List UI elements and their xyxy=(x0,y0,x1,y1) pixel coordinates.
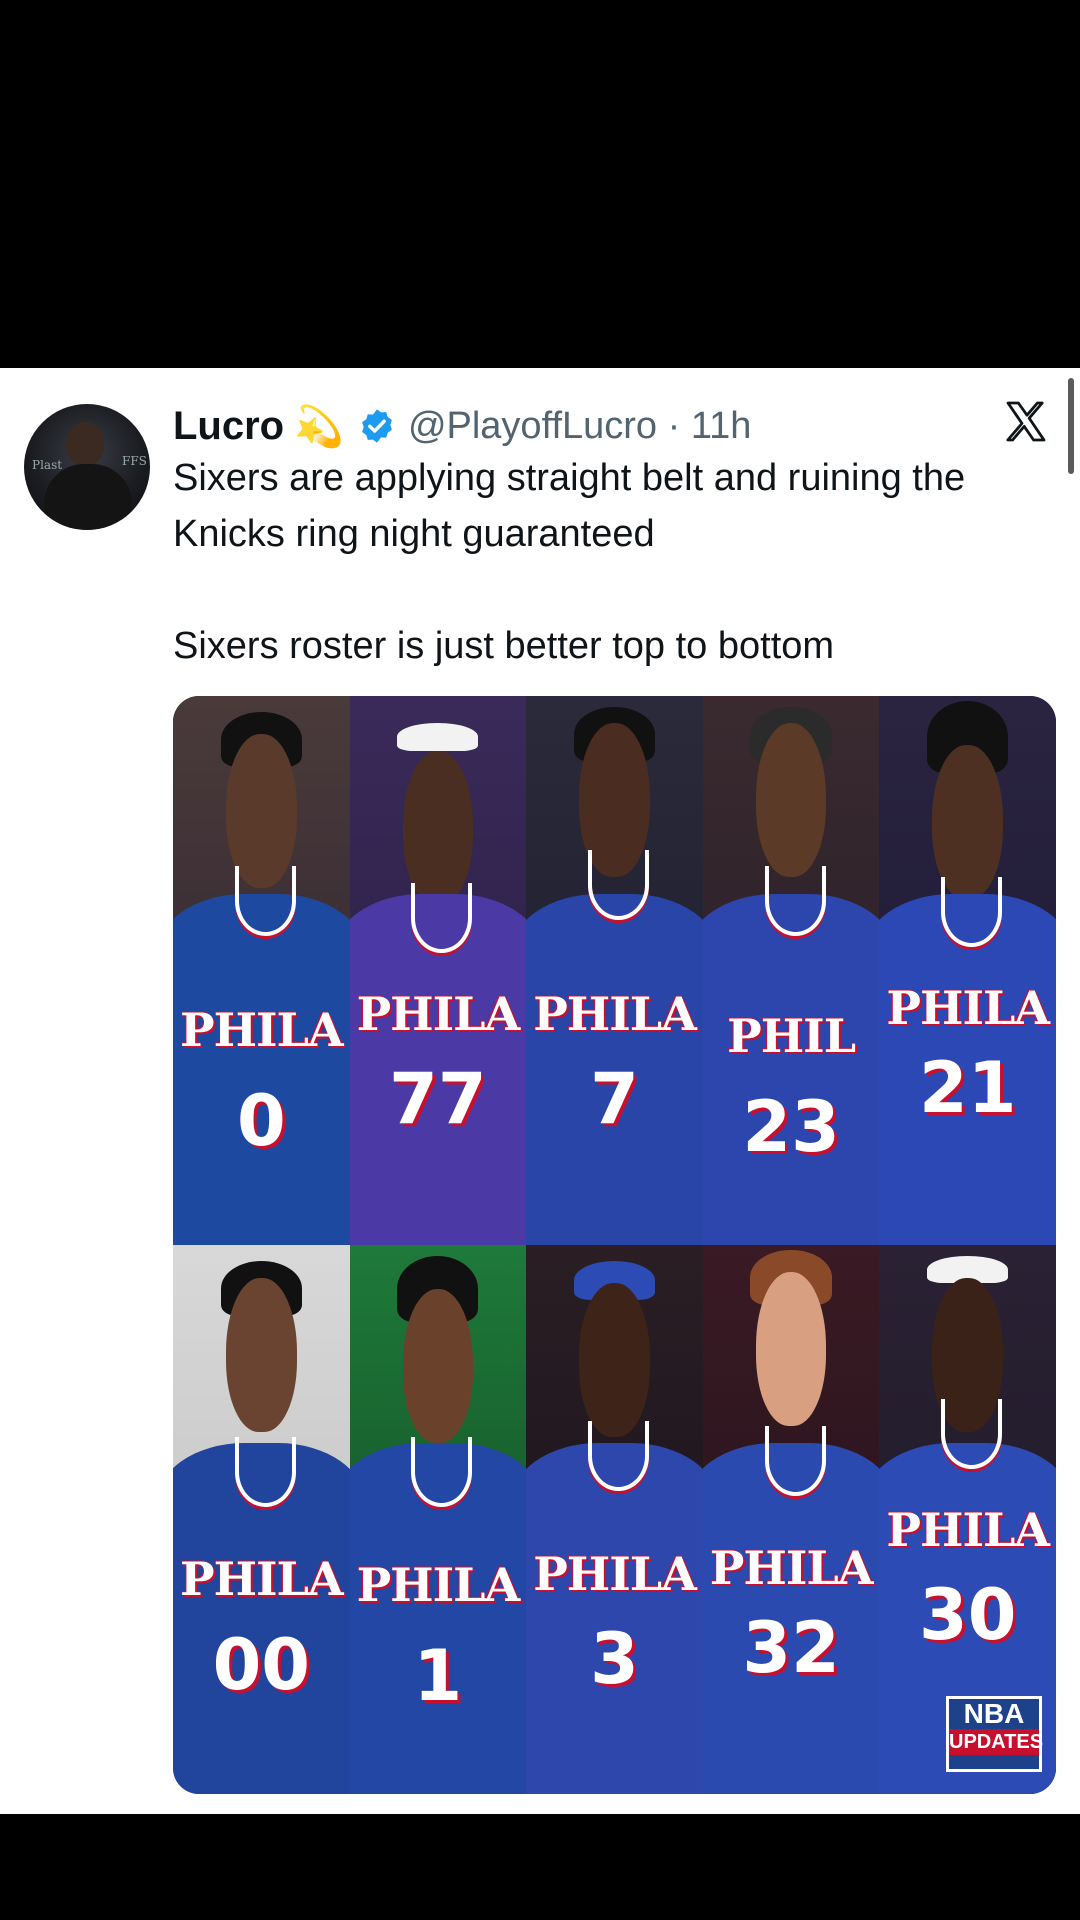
tweet-media-image[interactable]: PHILA 0 PHILA 77 PHILA 7 PHIL 23 PHILA 2… xyxy=(173,696,1056,1794)
player-tile: PHILA 32 xyxy=(702,1245,880,1794)
player-tile: PHILA 00 xyxy=(173,1245,350,1794)
jersey-wordmark: PHILA xyxy=(533,986,697,1041)
player-tile: PHIL 23 xyxy=(702,696,880,1245)
jersey-wordmark: PHILA xyxy=(179,1003,344,1058)
tweet-text-line-2: Sixers roster is just better top to bott… xyxy=(173,625,835,667)
player-tile: PHILA 0 xyxy=(173,696,350,1245)
jersey-wordmark: PHILA xyxy=(533,1546,697,1601)
jersey-number: 1 xyxy=(413,1634,463,1717)
scrollbar[interactable] xyxy=(1068,378,1074,474)
tweet-card[interactable]: Plast FFS Lucro 💫 @PlayoffLucro · 11h Si… xyxy=(0,368,1080,1814)
jersey-wordmark: PHILA xyxy=(356,1557,521,1612)
player-tile: PHILA 1 xyxy=(349,1245,527,1794)
jersey-number: 21 xyxy=(918,1047,1017,1130)
jersey-number: 30 xyxy=(918,1574,1017,1657)
tweet-text-line-1: Sixers are applying straight belt and ru… xyxy=(173,457,966,555)
player-tile: PHILA 77 xyxy=(349,696,527,1245)
tweet-text: Sixers are applying straight belt and ru… xyxy=(173,450,1023,674)
jersey-wordmark: PHILA xyxy=(179,1552,344,1607)
jersey-wordmark: PHIL xyxy=(727,1008,856,1063)
avatar[interactable]: Plast FFS xyxy=(24,404,150,530)
player-tile: PHILA 30 NBA UPDATES xyxy=(879,1245,1056,1794)
jersey-number: 32 xyxy=(742,1607,840,1690)
author-name[interactable]: Lucro xyxy=(173,404,284,449)
jersey-number: 3 xyxy=(590,1618,639,1701)
x-logo-icon[interactable] xyxy=(1002,398,1050,446)
jersey-wordmark: PHILA xyxy=(356,986,521,1041)
jersey-number: 00 xyxy=(212,1623,310,1706)
nba-updates-logo: NBA UPDATES xyxy=(946,1696,1043,1772)
player-tile: PHILA 7 xyxy=(526,696,703,1245)
player-tile: PHILA 21 xyxy=(879,696,1056,1245)
jersey-number: 7 xyxy=(590,1058,639,1141)
player-tile: PHILA 3 xyxy=(526,1245,703,1794)
jersey-wordmark: PHILA xyxy=(886,1503,1050,1558)
jersey-wordmark: PHILA xyxy=(886,981,1050,1036)
video-caption-emojis: 😂😂😂😂😂😂😂😂 xyxy=(199,234,886,324)
dizzy-icon: 💫 xyxy=(294,403,344,450)
jersey-number: 0 xyxy=(236,1080,286,1163)
jersey-number: 77 xyxy=(389,1058,487,1141)
verified-badge-icon xyxy=(362,409,392,443)
handle-and-time[interactable]: @PlayoffLucro · 11h xyxy=(408,405,751,448)
tweet-header: Lucro 💫 @PlayoffLucro · 11h xyxy=(173,398,751,454)
jersey-wordmark: PHILA xyxy=(709,1541,874,1596)
jersey-number: 23 xyxy=(742,1085,840,1168)
